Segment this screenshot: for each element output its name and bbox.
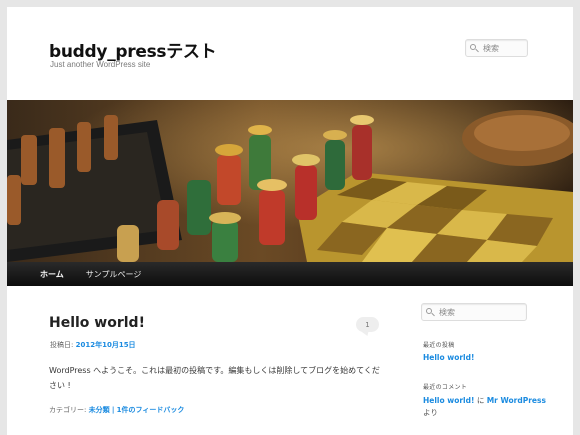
- chess-banner-image: [7, 100, 573, 262]
- page: buddy_pressテスト Just another WordPress si…: [7, 7, 573, 435]
- post-title[interactable]: Hello world!: [49, 315, 145, 331]
- header-search-input[interactable]: 検索: [465, 39, 528, 57]
- recent-post-link[interactable]: Hello world!: [423, 353, 474, 362]
- post-content: WordPress へようこそ。これは最初の投稿です。編集もしくは削除してブログ…: [49, 366, 380, 390]
- category-prefix: カテゴリー:: [49, 406, 87, 414]
- recent-post-item: Hello world!: [423, 353, 474, 362]
- main-navigation: ホーム サンプルページ: [7, 262, 573, 286]
- search-icon: [470, 43, 479, 53]
- post-meta-prefix: 投稿日:: [50, 341, 74, 349]
- sidebar-search-placeholder: 検索: [439, 307, 455, 317]
- site-title[interactable]: buddy_pressテスト: [49, 37, 217, 62]
- nav-item-home[interactable]: ホーム: [40, 269, 64, 280]
- feedback-link[interactable]: 1件のフィードバック: [117, 406, 185, 414]
- post-footer: カテゴリー: 未分類 | 1件のフィードバック: [49, 405, 184, 415]
- nav-item-sample-page[interactable]: サンプルページ: [86, 269, 142, 280]
- recent-comment-item: Hello world! に Mr WordPress: [423, 395, 546, 406]
- recent-comment-post-link[interactable]: Hello world!: [423, 396, 474, 405]
- post-date-link[interactable]: 2012年10月15日: [76, 341, 136, 349]
- sidebar-search-input[interactable]: 検索: [421, 303, 527, 321]
- site-description: Just another WordPress site: [50, 60, 151, 69]
- category-link[interactable]: 未分類: [89, 406, 110, 414]
- recent-comment-suffix: より: [423, 408, 438, 417]
- post-meta: 投稿日: 2012年10月15日: [50, 340, 136, 350]
- comment-count-bubble[interactable]: 1: [356, 317, 379, 332]
- recent-comment-author-link[interactable]: Mr WordPress: [487, 396, 546, 405]
- recent-posts-title: 最近の投稿: [423, 342, 455, 349]
- search-icon: [426, 307, 435, 317]
- header-search-placeholder: 検索: [483, 43, 499, 53]
- footer-separator: |: [111, 406, 115, 414]
- recent-comments-title: 最近のコメント: [423, 384, 468, 391]
- header-image: [7, 100, 573, 262]
- recent-comment-on: に: [476, 396, 485, 405]
